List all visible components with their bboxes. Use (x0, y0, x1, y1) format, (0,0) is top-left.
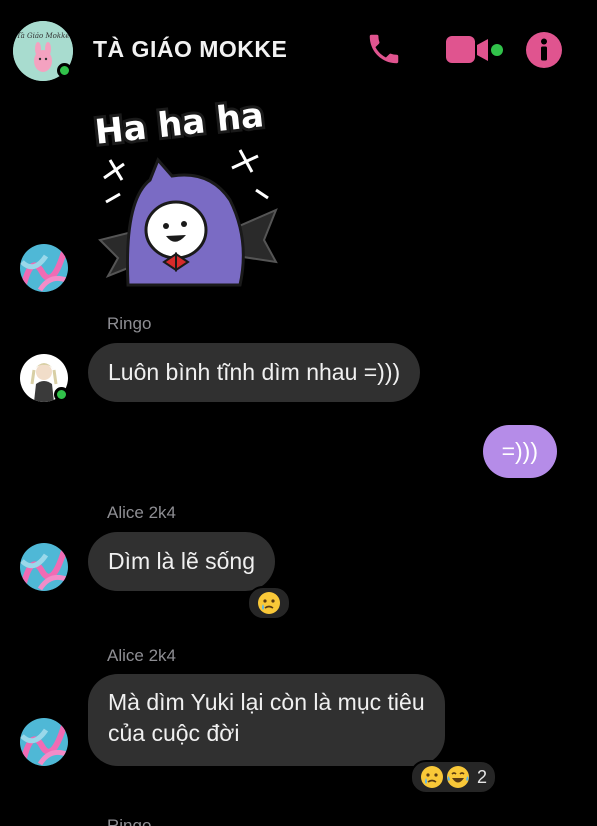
message-bubble[interactable]: Dìm là lẽ sống (88, 532, 276, 591)
laugh-cry-emoji-icon (447, 766, 469, 788)
group-online-indicator (57, 63, 72, 78)
sender-avatar-alice[interactable] (20, 244, 68, 292)
video-call-icon[interactable] (444, 33, 506, 72)
own-message-bubble[interactable]: =))) (482, 425, 557, 478)
ringo-online-indicator (54, 387, 69, 402)
sender-name: Ringo (107, 314, 152, 333)
sender-name: Alice 2k4 (107, 646, 176, 665)
chat-header: Tà Giáo Mokke TÀ GIÁO MOKKE (0, 0, 597, 96)
group-name[interactable]: TÀ GIÁO MOKKE (93, 36, 287, 63)
sticker-text: Ha ha ha (93, 95, 266, 152)
sender-name: Ringo (107, 816, 152, 826)
phone-icon[interactable] (365, 30, 403, 73)
message-reactions[interactable] (247, 586, 291, 620)
sticker-ha-ha-ha[interactable]: Ha ha ha (80, 90, 280, 300)
sad-tear-emoji-icon (258, 592, 280, 614)
info-icon[interactable] (525, 31, 563, 74)
message-reactions[interactable]: 2 (410, 760, 498, 794)
sender-avatar-alice[interactable] (20, 543, 68, 591)
sender-name: Alice 2k4 (107, 503, 176, 522)
sad-tear-emoji-icon (421, 766, 443, 788)
sender-avatar-alice[interactable] (20, 718, 68, 766)
message-bubble[interactable]: Mà dìm Yuki lại còn là mục tiêu của cuộc… (88, 674, 445, 766)
message-bubble[interactable]: Luôn bình tĩnh dìm nhau =))) (88, 343, 421, 402)
avatar-logo-text: Tà Giáo Mokke (17, 32, 70, 40)
reaction-count: 2 (477, 766, 488, 787)
